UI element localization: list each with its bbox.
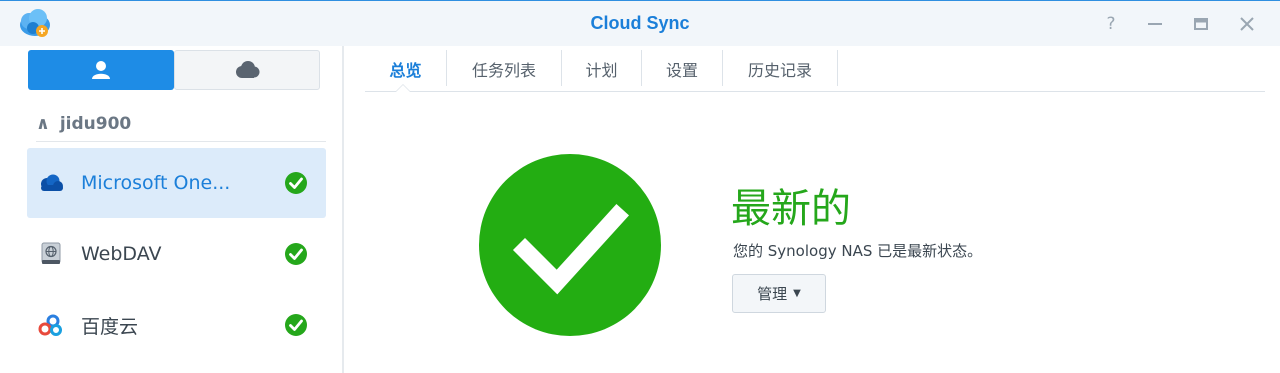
close-icon[interactable] [1236, 13, 1258, 35]
manage-button-label: 管理 [757, 285, 788, 303]
cloud-icon [236, 61, 260, 78]
chevron-up-icon: ∧ [36, 114, 50, 134]
sidebar: ∧ jidu900 Microsoft One... WebDAV 百度云 [0, 46, 342, 373]
sidebar-item-baidu-cloud[interactable]: 百度云 [27, 290, 326, 360]
cloud-mode-toggle[interactable] [174, 50, 320, 90]
user-icon [92, 61, 110, 79]
account-name: jidu900 [59, 114, 132, 134]
baidu-cloud-icon [37, 311, 65, 339]
divider [837, 50, 838, 86]
divider [36, 141, 326, 142]
active-tab-indicator [395, 84, 411, 92]
check-circle-icon [285, 243, 307, 265]
maximize-icon[interactable] [1190, 13, 1212, 35]
tab-settings[interactable]: 设置 [642, 46, 722, 91]
user-mode-toggle[interactable] [28, 50, 174, 90]
status-title: 最新的 [731, 186, 851, 232]
caret-down-icon: ▼ [793, 288, 801, 299]
sidebar-item-label: WebDAV [81, 243, 162, 265]
tab-bar: 总览 任务列表 计划 设置 历史记录 [365, 46, 1265, 92]
tab-task-list[interactable]: 任务列表 [447, 46, 561, 91]
sidebar-divider [342, 46, 344, 373]
sidebar-item-label: Microsoft One... [81, 172, 231, 194]
minimize-icon[interactable] [1144, 13, 1166, 35]
status-check-icon [479, 154, 661, 336]
webdav-icon [37, 240, 65, 268]
check-circle-icon [285, 314, 307, 336]
sidebar-item-label: 百度云 [81, 315, 139, 338]
tab-schedule[interactable]: 计划 [562, 46, 641, 91]
window-title: Cloud Sync [590, 13, 690, 33]
sidebar-item-onedrive[interactable]: Microsoft One... [27, 148, 326, 218]
status-description: 您的 Synology NAS 已是最新状态。 [733, 242, 983, 260]
account-header-jidu900[interactable]: ∧ jidu900 [36, 112, 131, 136]
help-icon[interactable]: ? [1100, 13, 1122, 35]
sidebar-item-webdav[interactable]: WebDAV [27, 219, 326, 289]
tab-history[interactable]: 历史记录 [723, 46, 837, 91]
onedrive-icon [37, 169, 65, 197]
check-circle-icon [285, 172, 307, 194]
title-bar: Cloud Sync ? [0, 0, 1280, 46]
manage-button[interactable]: 管理 ▼ [732, 274, 826, 313]
